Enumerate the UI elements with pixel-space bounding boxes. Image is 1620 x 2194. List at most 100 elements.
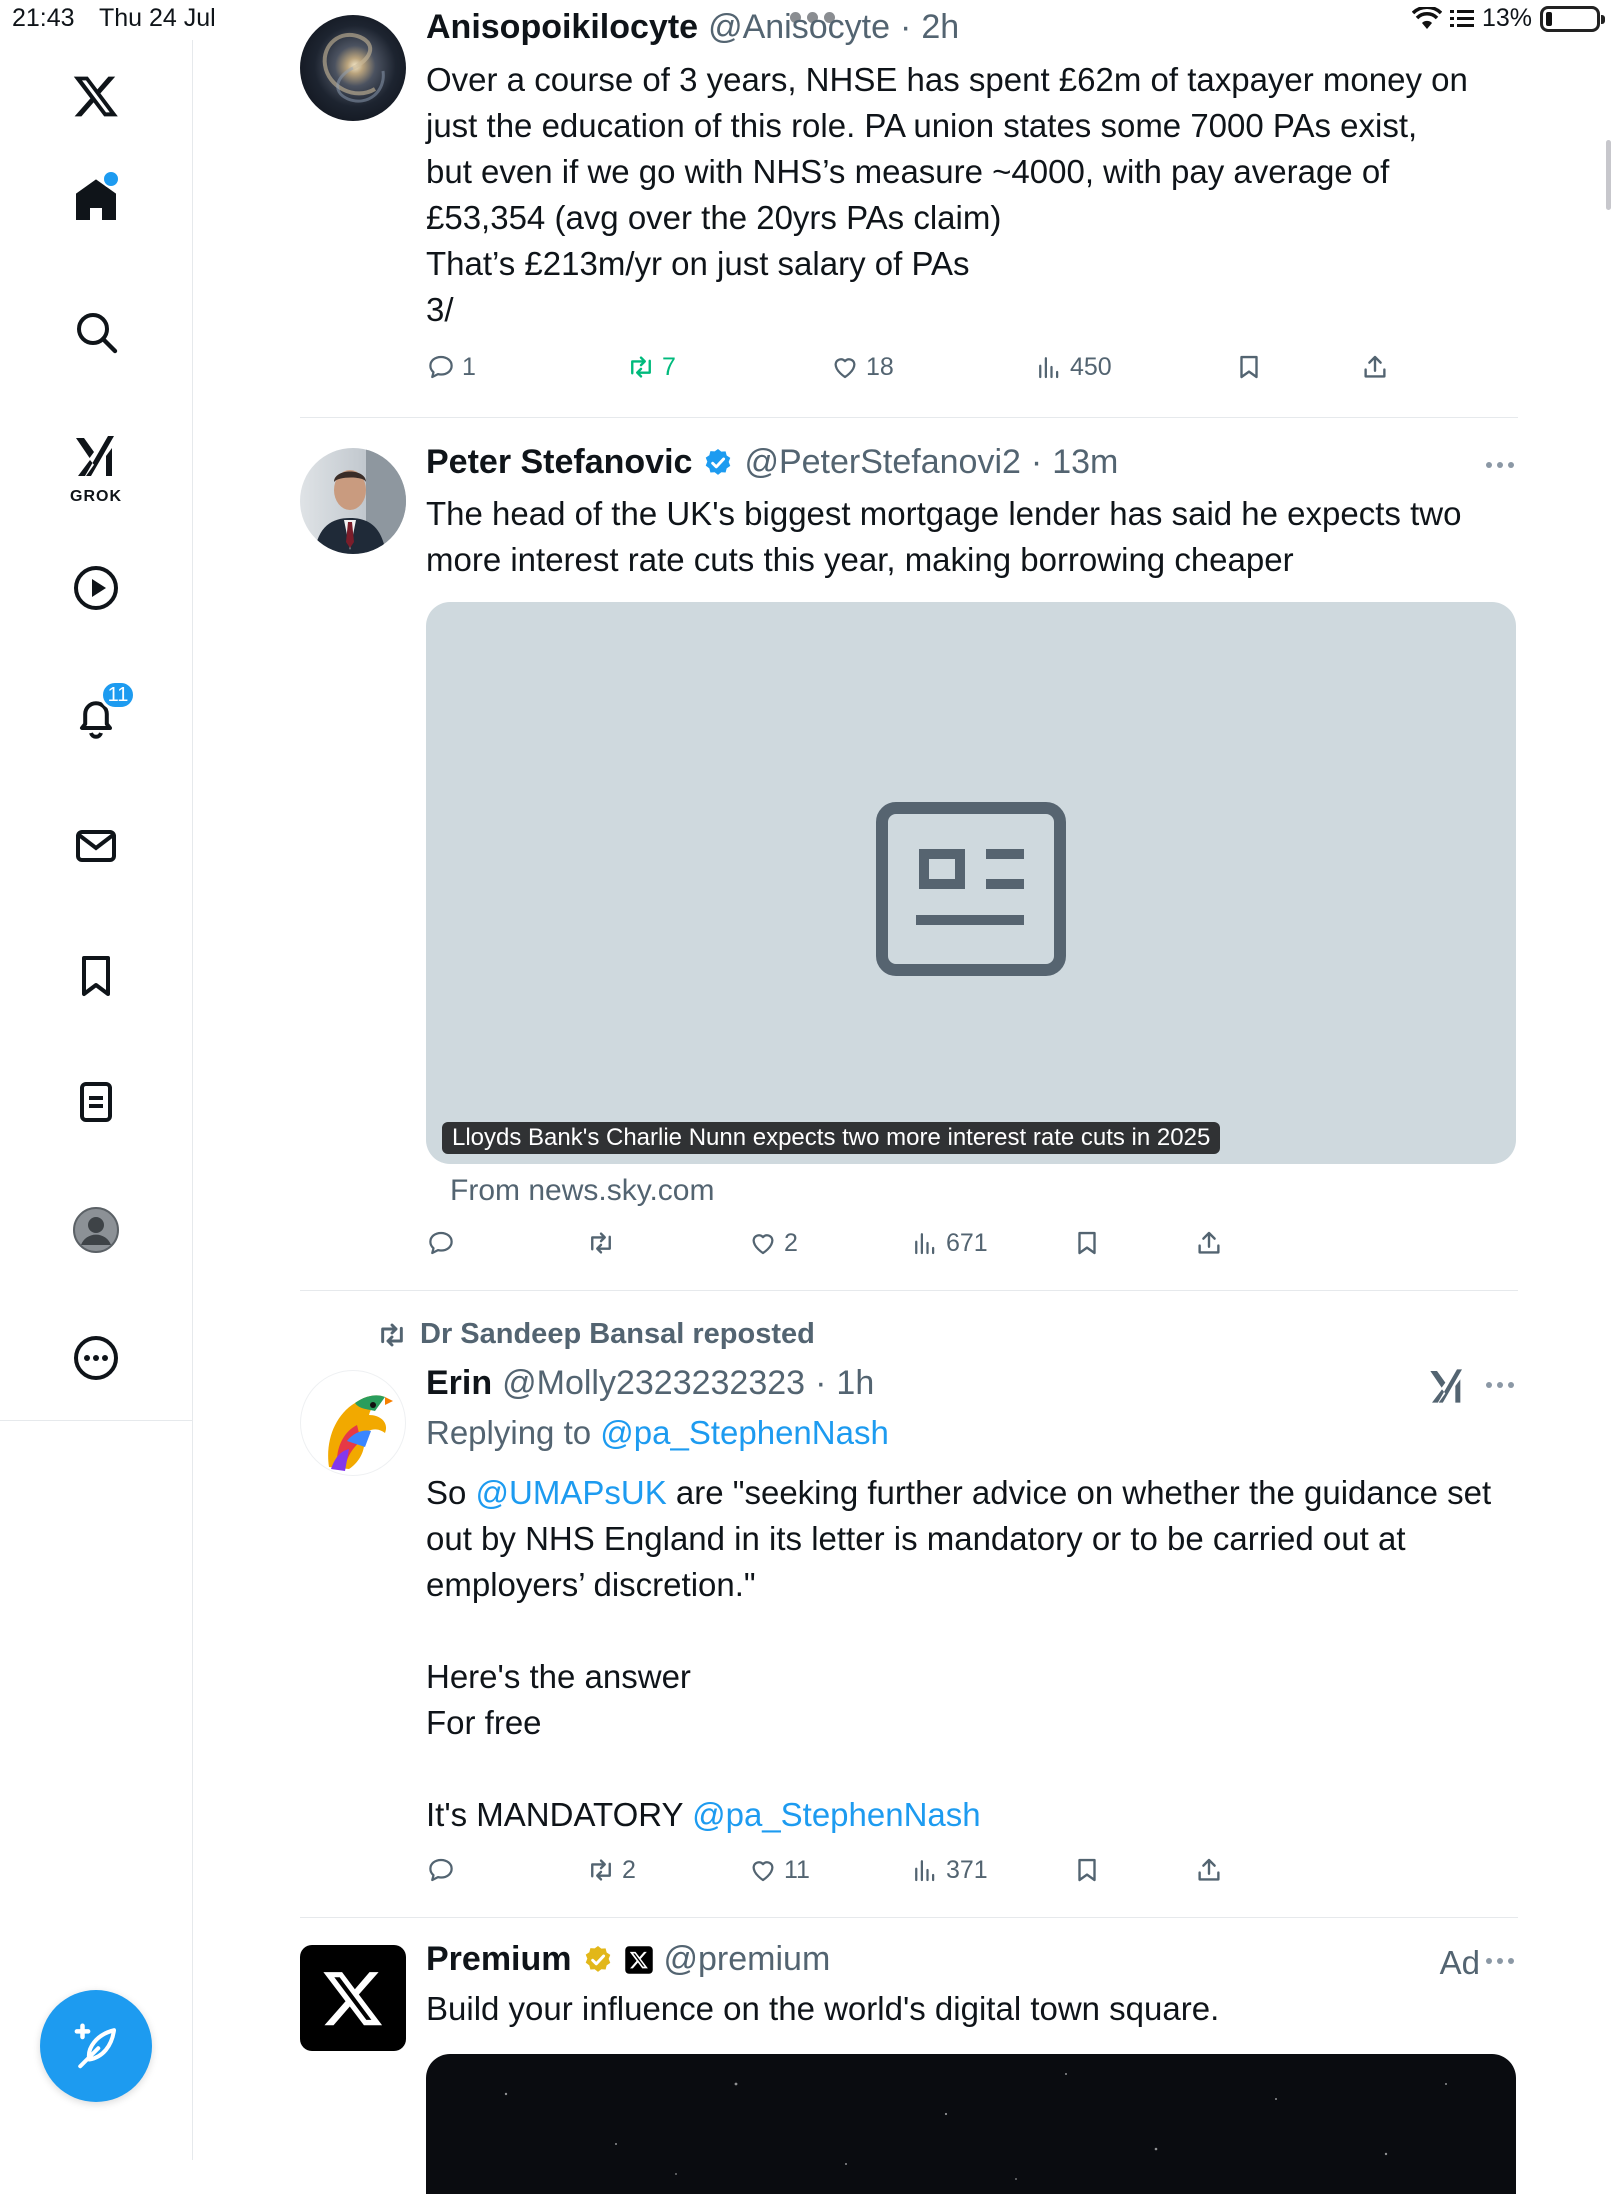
repost-icon: [591, 1859, 611, 1881]
author-handle[interactable]: @premium: [664, 1940, 831, 1979]
share-icon: [1198, 1858, 1220, 1881]
reply-icon: [429, 355, 453, 379]
bookmark-button[interactable]: [1072, 1855, 1102, 1885]
reply-button[interactable]: [426, 1855, 456, 1885]
notifications-badge: 11: [100, 680, 136, 710]
like-button[interactable]: 18: [830, 352, 894, 382]
battery-icon: [1540, 5, 1605, 32]
article-placeholder-icon: [876, 802, 1066, 976]
replying-to-link[interactable]: @pa_StephenNash: [600, 1414, 889, 1451]
views-icon: [915, 1233, 935, 1255]
share-icon: [1198, 1231, 1220, 1254]
like-count: 11: [784, 1855, 810, 1884]
ad-label: Ad: [1439, 1944, 1480, 1981]
lists-icon[interactable]: [64, 1070, 128, 1134]
more-options-icon[interactable]: [1486, 1958, 1514, 1964]
views-icon: [1039, 357, 1059, 379]
bookmark-button[interactable]: [1072, 1228, 1102, 1258]
heart-icon: [752, 1861, 774, 1882]
author-handle[interactable]: @PeterStefanovi2: [744, 443, 1020, 482]
home-icon[interactable]: [64, 168, 128, 232]
view-count: 671: [946, 1228, 988, 1257]
author-name[interactable]: Premium: [426, 1940, 572, 1979]
profile-avatar-icon[interactable]: [64, 1198, 128, 1262]
tweet-header: Premium @premium: [426, 1940, 830, 1979]
heart-icon: [834, 358, 856, 379]
x-logo-icon: [323, 1972, 383, 2026]
reposted-by-label: Dr Sandeep Bansal reposted: [420, 1318, 815, 1350]
wifi-icon: [1411, 6, 1442, 29]
repost-context[interactable]: Dr Sandeep Bansal reposted: [376, 1318, 815, 1351]
reply-button[interactable]: [426, 1228, 456, 1258]
heart-icon: [752, 1234, 774, 1255]
notifications-icon[interactable]: 11: [64, 680, 136, 750]
more-options-icon[interactable]: [1486, 462, 1514, 468]
share-button[interactable]: [1194, 1855, 1224, 1885]
messages-icon[interactable]: [64, 814, 128, 878]
tweet-header: Erin @Molly2323232323 · 1h: [426, 1364, 874, 1403]
more-options-icon[interactable]: [1486, 1382, 1514, 1388]
x-logo-icon[interactable]: [64, 64, 128, 128]
views-button[interactable]: 450: [1034, 352, 1112, 382]
reply-icon: [429, 1231, 453, 1255]
mention-link[interactable]: @UMAPsUK: [476, 1474, 667, 1511]
video-icon[interactable]: [64, 556, 128, 620]
ad-media-image[interactable]: [426, 2054, 1516, 2194]
tweet-actions: 1 7 18 450: [426, 352, 1426, 392]
repost-count: 7: [662, 352, 676, 381]
time-separator: ·: [1030, 443, 1043, 481]
author-name[interactable]: Peter Stefanovic: [426, 443, 692, 482]
author-handle[interactable]: @Anisocyte: [708, 8, 890, 47]
verified-gold-badge-icon: [585, 1945, 610, 1972]
views-button[interactable]: 671: [910, 1228, 988, 1258]
tweet-time[interactable]: 1h: [836, 1364, 874, 1403]
grok-icon[interactable]: GROK: [64, 424, 128, 505]
view-count: 450: [1070, 352, 1112, 381]
starfield-image: [504, 2073, 1447, 2180]
avatar[interactable]: [300, 448, 406, 554]
battery-percent: 13%: [1481, 4, 1532, 32]
views-button[interactable]: 371: [910, 1855, 988, 1885]
grok-icon[interactable]: [1426, 1366, 1468, 1406]
status-time: 21:43: [12, 4, 75, 32]
author-name[interactable]: Anisopoikilocyte: [426, 8, 698, 47]
tweet-time[interactable]: 13m: [1052, 443, 1118, 482]
bookmark-button[interactable]: [1234, 352, 1264, 382]
author-name[interactable]: Erin: [426, 1364, 492, 1403]
sidebar: GROK 11: [0, 40, 193, 2160]
avatar[interactable]: [300, 1370, 406, 1476]
repost-count: 2: [622, 1855, 636, 1884]
tweet-text: Build your influence on the world's digi…: [426, 1990, 1220, 2027]
mention-link[interactable]: @pa_StephenNash: [692, 1796, 981, 1833]
bookmarks-icon[interactable]: [64, 944, 128, 1008]
avatar[interactable]: [300, 1945, 406, 2051]
scrollbar[interactable]: [1606, 140, 1611, 210]
tweet-time[interactable]: 2h: [921, 8, 959, 47]
tweet-text: Over a course of 3 years, NHSE has spent…: [426, 61, 1468, 328]
like-button[interactable]: 2: [748, 1228, 798, 1258]
like-count: 18: [866, 352, 894, 381]
verified-badge-icon: [706, 448, 731, 475]
share-button[interactable]: [1360, 352, 1390, 382]
views-icon: [915, 1860, 935, 1882]
link-card-image[interactable]: [426, 602, 1516, 1164]
avatar[interactable]: [300, 15, 406, 121]
repost-button[interactable]: [586, 1228, 616, 1258]
repost-button[interactable]: 2: [586, 1855, 636, 1885]
bookmark-icon: [1078, 1858, 1096, 1882]
card-source[interactable]: From news.sky.com: [450, 1174, 714, 1208]
author-handle[interactable]: @Molly2323232323: [502, 1364, 805, 1403]
repost-button[interactable]: 7: [626, 352, 676, 382]
compose-post-button[interactable]: [40, 1990, 152, 2102]
grok-label: GROK: [70, 488, 122, 505]
repost-icon: [631, 356, 651, 378]
like-button[interactable]: 11: [748, 1855, 810, 1885]
more-menu-icon[interactable]: [64, 1326, 128, 1390]
tweet-actions: 2 671: [426, 1228, 1426, 1268]
reply-button[interactable]: 1: [426, 352, 476, 382]
search-icon[interactable]: [64, 300, 128, 364]
repost-icon: [381, 1323, 403, 1346]
share-button[interactable]: [1194, 1228, 1224, 1258]
card-caption: Lloyds Bank's Charlie Nunn expects two m…: [442, 1122, 1221, 1154]
time-separator: ·: [815, 1364, 827, 1402]
